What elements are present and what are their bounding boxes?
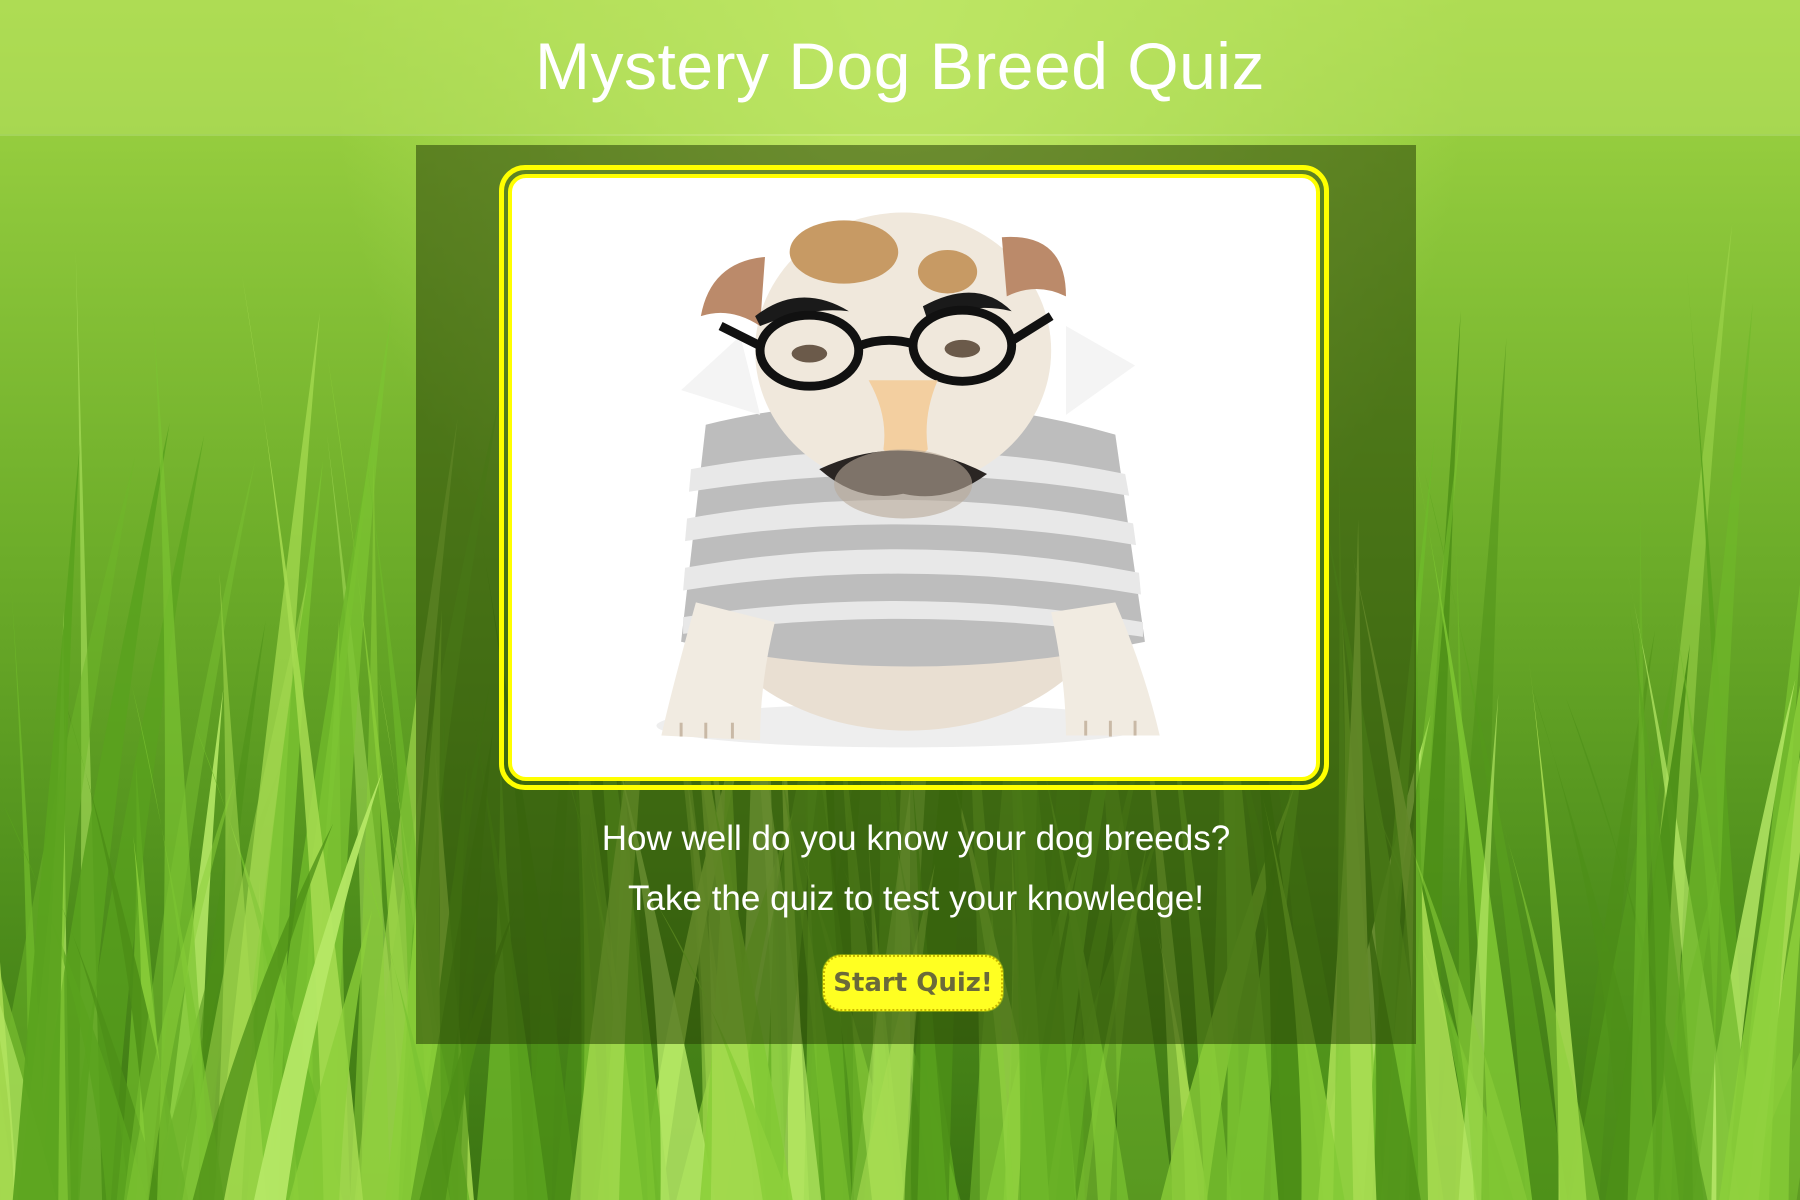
quiz-intro-panel: How well do you know your dog breeds? Ta… (416, 145, 1416, 1044)
photo-frame-inner (508, 174, 1320, 781)
intro-line-call-to-action: Take the quiz to test your knowledge! (628, 879, 1204, 918)
start-quiz-button[interactable]: Start Quiz! (823, 955, 1003, 1011)
page-title: Mystery Dog Breed Quiz (535, 29, 1265, 103)
intro-line-question: How well do you know your dog breeds? (601, 819, 1231, 858)
intro-text: How well do you know your dog breeds? Ta… (416, 809, 1416, 929)
photo-frame (499, 165, 1329, 790)
bulldog-photo-icon (656, 212, 1160, 748)
